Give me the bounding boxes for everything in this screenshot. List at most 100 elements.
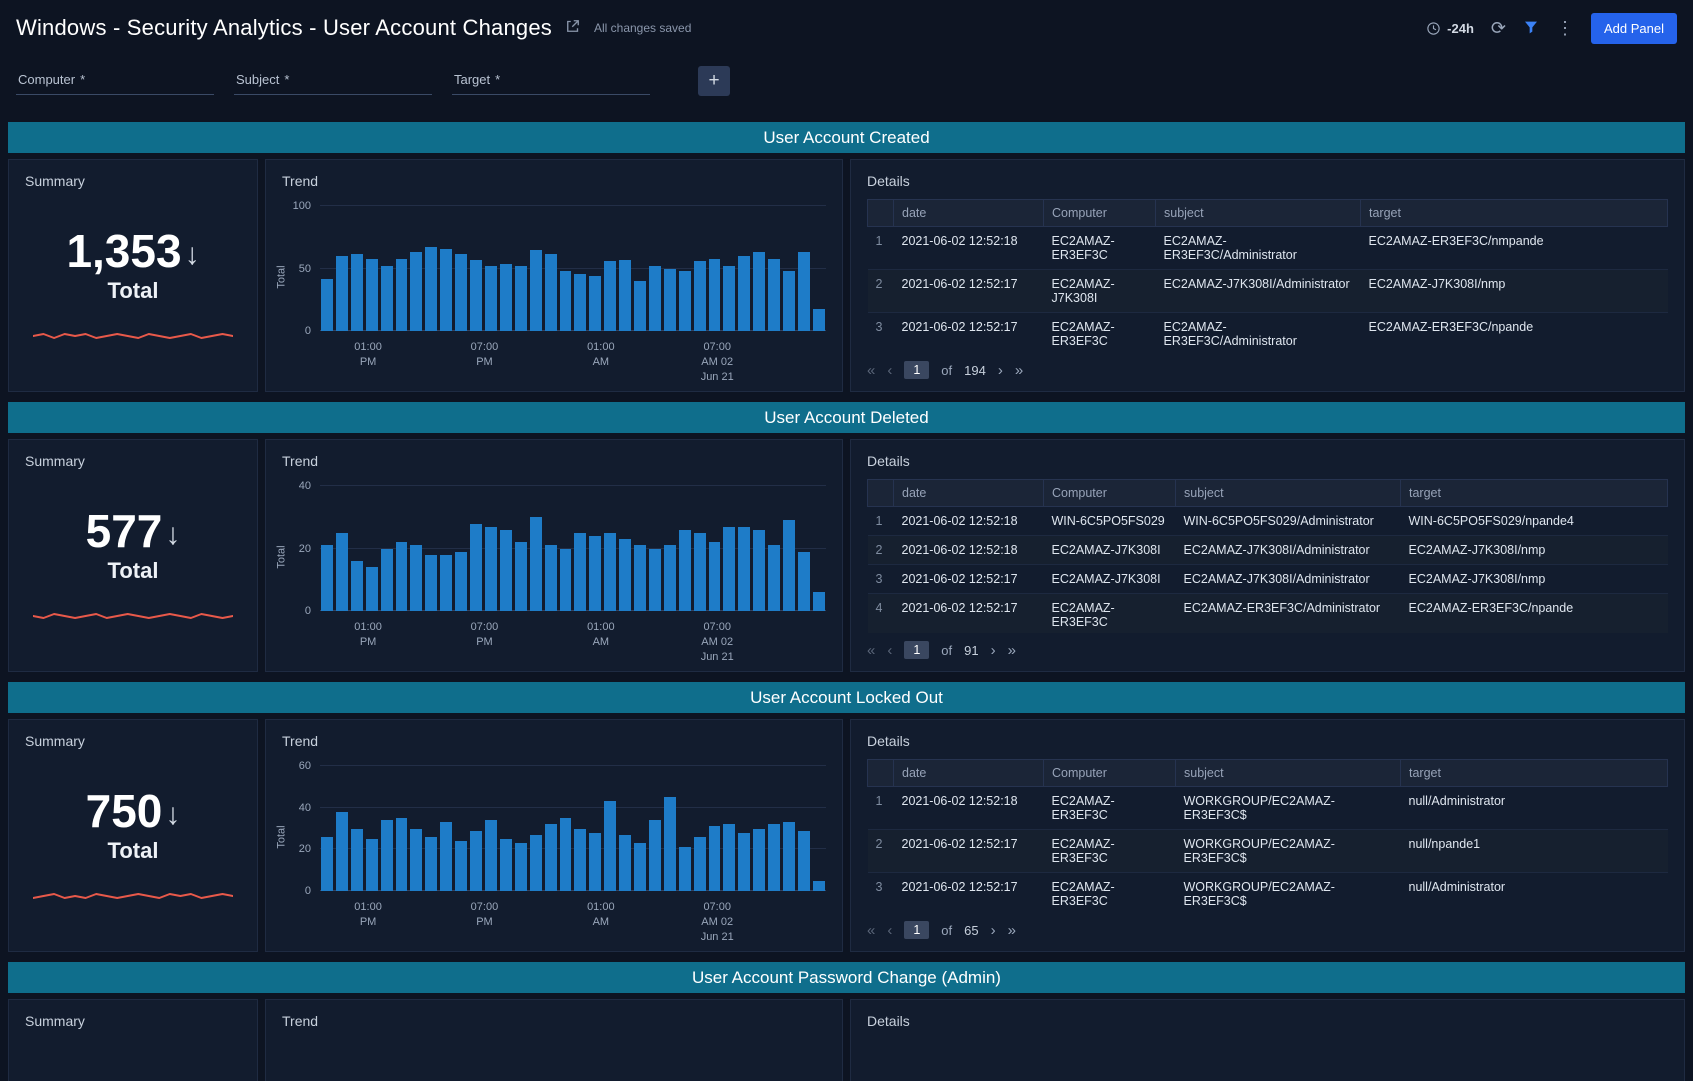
column-header[interactable]: date	[894, 480, 1044, 507]
trend-bar[interactable]	[500, 839, 512, 891]
trend-bar[interactable]	[500, 530, 512, 611]
prev-page-button[interactable]: ‹	[887, 922, 892, 939]
trend-bar[interactable]	[366, 839, 378, 891]
trend-bar[interactable]	[351, 561, 363, 611]
trend-bar[interactable]	[709, 542, 721, 611]
table-row[interactable]: 22021-06-02 12:52:17EC2AMAZ-ER3EF3CWORKG…	[868, 830, 1668, 873]
trend-bar[interactable]	[396, 818, 408, 891]
trend-bar[interactable]	[649, 266, 661, 331]
trend-bar[interactable]	[440, 822, 452, 891]
trend-bar[interactable]	[351, 254, 363, 332]
trend-bar[interactable]	[768, 545, 780, 611]
trend-bar[interactable]	[679, 847, 691, 891]
trend-bar[interactable]	[589, 536, 601, 611]
trend-bar[interactable]	[470, 831, 482, 891]
trend-bar[interactable]	[545, 254, 557, 332]
trend-bar[interactable]	[366, 259, 378, 332]
first-page-button[interactable]: «	[867, 922, 875, 939]
trend-bar[interactable]	[753, 530, 765, 611]
trend-bar[interactable]	[604, 801, 616, 891]
filter-icon[interactable]	[1523, 19, 1539, 38]
filter-input-subject[interactable]: Subject *	[234, 68, 432, 95]
trend-bar[interactable]	[664, 797, 676, 891]
trend-bar[interactable]	[560, 271, 572, 331]
trend-bar[interactable]	[410, 545, 422, 611]
table-row[interactable]: 32021-06-02 12:52:17EC2AMAZ-ER3EF3CEC2AM…	[868, 313, 1668, 354]
trend-bar[interactable]	[649, 549, 661, 612]
trend-bar[interactable]	[336, 256, 348, 331]
trend-bar[interactable]	[649, 820, 661, 891]
column-header[interactable]: subject	[1176, 480, 1401, 507]
add-filter-button[interactable]: +	[698, 66, 730, 96]
trend-bar[interactable]	[530, 250, 542, 331]
trend-bar[interactable]	[768, 259, 780, 332]
trend-bar[interactable]	[619, 539, 631, 611]
prev-page-button[interactable]: ‹	[887, 642, 892, 659]
trend-bar[interactable]	[366, 567, 378, 611]
trend-bar[interactable]	[723, 527, 735, 611]
trend-bar[interactable]	[515, 542, 527, 611]
trend-bar[interactable]	[545, 545, 557, 611]
trend-bar[interactable]	[485, 266, 497, 331]
trend-bar[interactable]	[709, 259, 721, 332]
trend-bar[interactable]	[694, 533, 706, 611]
table-row[interactable]: 42021-06-02 12:52:17EC2AMAZ-ER3EF3CEC2AM…	[868, 594, 1668, 634]
table-row[interactable]: 22021-06-02 12:52:17EC2AMAZ-J7K308IEC2AM…	[868, 270, 1668, 313]
trend-bar[interactable]	[440, 555, 452, 611]
next-page-button[interactable]: ›	[998, 362, 1003, 379]
trend-bar[interactable]	[664, 269, 676, 332]
trend-bar[interactable]	[604, 533, 616, 611]
trend-bar[interactable]	[634, 545, 646, 611]
filter-input-computer[interactable]: Computer *	[16, 68, 214, 95]
trend-bar[interactable]	[813, 309, 825, 332]
trend-bar[interactable]	[425, 247, 437, 331]
trend-bar[interactable]	[768, 824, 780, 891]
trend-bar[interactable]	[381, 266, 393, 331]
column-header[interactable]: target	[1401, 480, 1668, 507]
trend-bar[interactable]	[783, 520, 795, 611]
trend-bar[interactable]	[813, 592, 825, 611]
trend-bar[interactable]	[738, 256, 750, 331]
trend-bar[interactable]	[694, 837, 706, 891]
trend-bar[interactable]	[634, 281, 646, 331]
trend-bar[interactable]	[604, 261, 616, 331]
table-row[interactable]: 12021-06-02 12:52:18EC2AMAZ-ER3EF3CEC2AM…	[868, 227, 1668, 270]
current-page[interactable]: 1	[904, 361, 929, 379]
trend-bar[interactable]	[336, 812, 348, 891]
trend-bar[interactable]	[753, 829, 765, 892]
column-header[interactable]: Computer	[1044, 760, 1176, 787]
next-page-button[interactable]: ›	[991, 922, 996, 939]
column-header[interactable]: target	[1401, 760, 1668, 787]
column-header[interactable]: date	[894, 200, 1044, 227]
trend-bar[interactable]	[515, 266, 527, 331]
trend-bar[interactable]	[709, 826, 721, 891]
column-header[interactable]: date	[894, 760, 1044, 787]
table-row[interactable]: 32021-06-02 12:52:17EC2AMAZ-ER3EF3CWORKG…	[868, 873, 1668, 914]
add-panel-button[interactable]: Add Panel	[1591, 13, 1677, 44]
trend-bar[interactable]	[455, 841, 467, 891]
trend-bar[interactable]	[485, 527, 497, 611]
filter-input-target[interactable]: Target *	[452, 68, 650, 95]
column-header[interactable]: subject	[1176, 760, 1401, 787]
trend-bar[interactable]	[336, 533, 348, 611]
trend-bar[interactable]	[396, 259, 408, 332]
trend-bar[interactable]	[381, 820, 393, 891]
trend-bar[interactable]	[574, 829, 586, 892]
column-header[interactable]: target	[1361, 200, 1668, 227]
trend-bar[interactable]	[560, 549, 572, 612]
last-page-button[interactable]: »	[1015, 362, 1023, 379]
trend-bar[interactable]	[574, 274, 586, 332]
trend-bar[interactable]	[410, 829, 422, 892]
trend-bar[interactable]	[574, 533, 586, 611]
trend-bar[interactable]	[530, 835, 542, 891]
time-range-control[interactable]: -24h	[1426, 21, 1474, 36]
trend-bar[interactable]	[455, 254, 467, 332]
column-header[interactable]	[868, 480, 894, 507]
trend-bar[interactable]	[381, 549, 393, 612]
trend-bar[interactable]	[753, 252, 765, 331]
trend-bar[interactable]	[560, 818, 572, 891]
last-page-button[interactable]: »	[1008, 922, 1016, 939]
column-header[interactable]: Computer	[1044, 200, 1156, 227]
trend-bar[interactable]	[589, 833, 601, 891]
trend-bar[interactable]	[589, 276, 601, 331]
